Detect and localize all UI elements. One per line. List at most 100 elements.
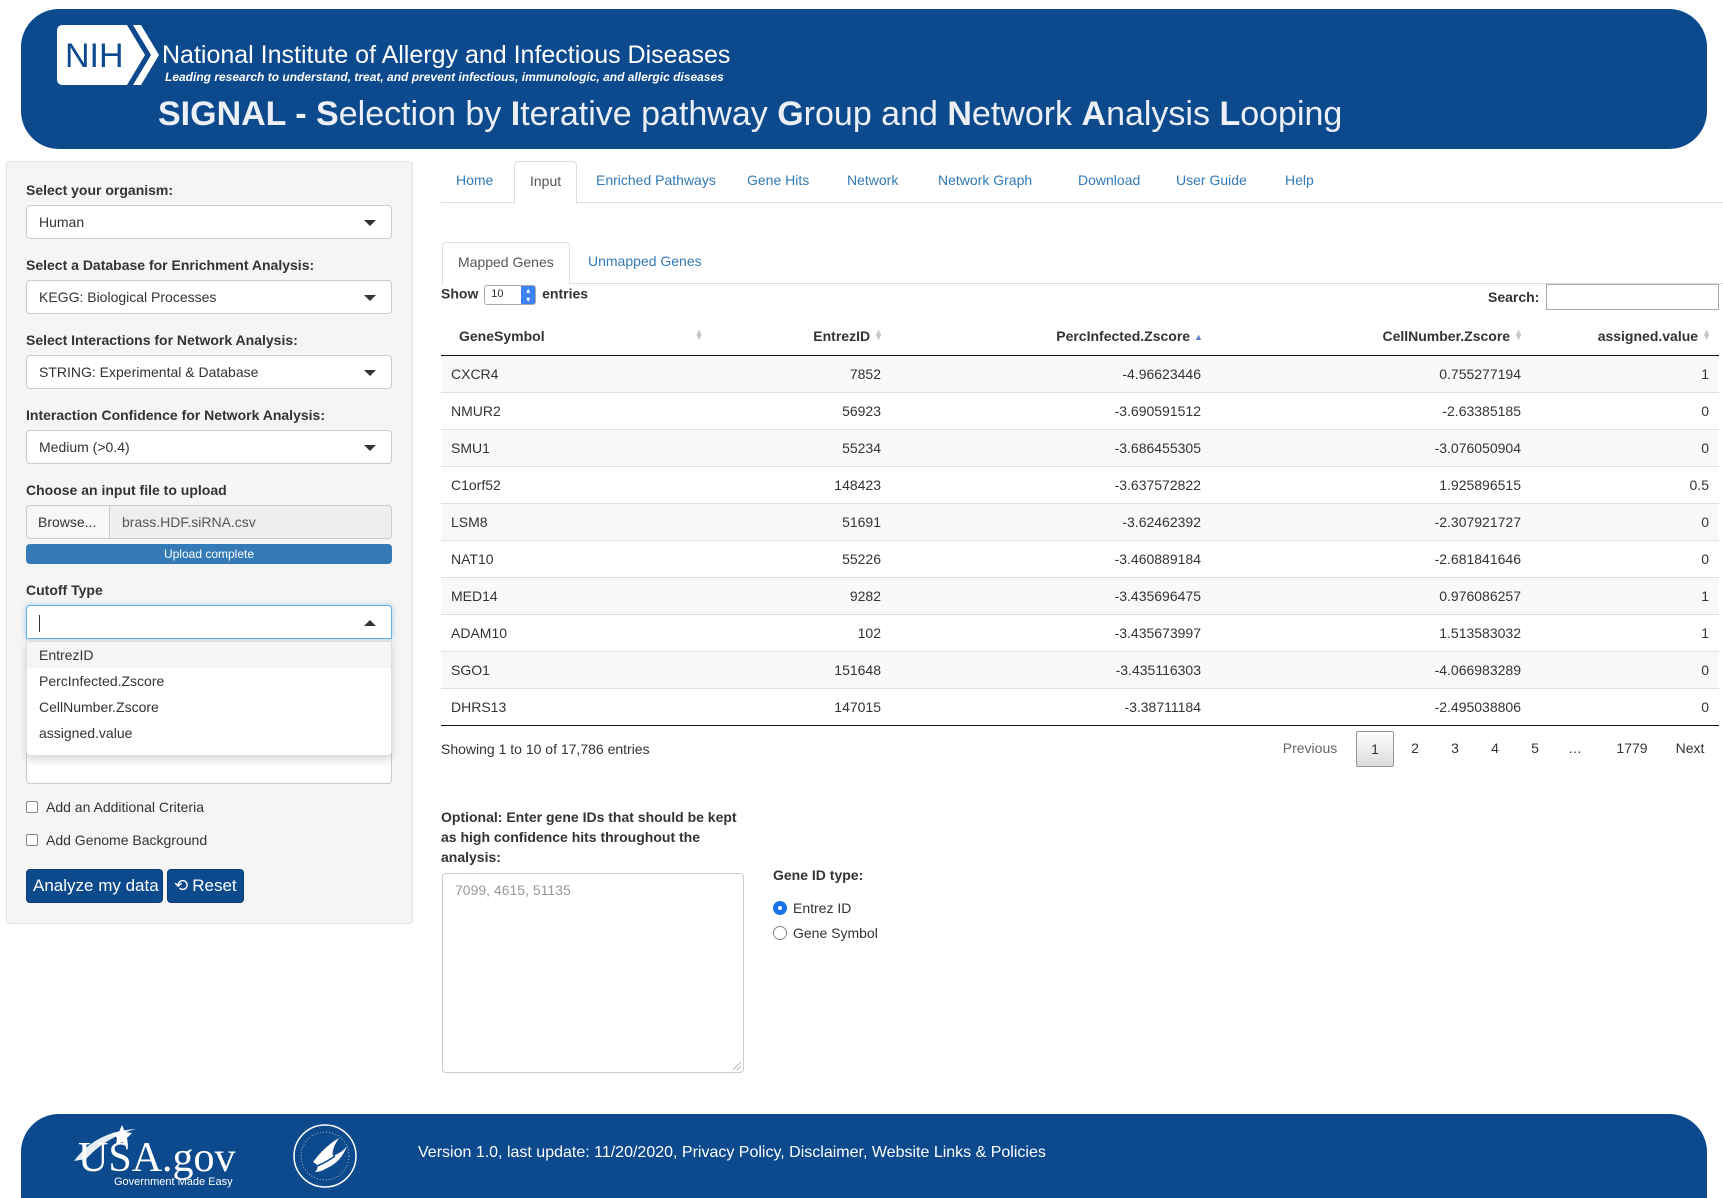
gene-ids-placeholder: 7099, 4615, 51135 [455, 882, 571, 898]
pagination-page[interactable]: 4 [1476, 731, 1514, 767]
reset-button[interactable]: ⟲ Reset [167, 869, 244, 903]
table-cell: 148423 [741, 465, 891, 503]
dropdown-option[interactable]: CellNumber.Zscore [27, 694, 391, 720]
table-cell: 51691 [741, 502, 891, 540]
table-cell: CXCR4 [441, 354, 741, 392]
table-cell: -2.63385185 [1211, 391, 1531, 429]
organism-label: Select your organism: [26, 182, 174, 198]
database-select[interactable]: KEGG: Biological Processes [26, 280, 392, 314]
interactions-value: STRING: Experimental & Database [39, 364, 259, 380]
pagination-next[interactable]: Next [1664, 731, 1716, 767]
gene-id-type-label: Gene ID type: [773, 867, 864, 883]
pagination-page[interactable]: 2 [1396, 731, 1434, 767]
table-cell: -3.637572822 [891, 465, 1211, 503]
tab-gene-hits[interactable]: Gene Hits [732, 161, 824, 203]
site-header: NIH National Institute of Allergy and In… [21, 9, 1707, 149]
table-cell: DHRS13 [441, 687, 741, 726]
nih-logo[interactable]: NIH [57, 25, 159, 85]
upload-progress-bar: Upload complete [26, 544, 392, 564]
radio-selected-icon[interactable] [773, 901, 787, 915]
radio-gene-symbol[interactable]: Gene Symbol [773, 925, 878, 941]
table-cell: LSM8 [441, 502, 741, 540]
search-input[interactable] [1546, 284, 1719, 310]
column-header-assigned[interactable]: assigned.value ▲ ▼ [1531, 317, 1719, 356]
radio-entrez-id[interactable]: Entrez ID [773, 900, 851, 916]
caret-down-icon [364, 370, 376, 376]
app-title: SIGNAL - Selection by Iterative pathway … [158, 95, 1342, 134]
table-cell: -3.38711184 [891, 687, 1211, 726]
tab-download[interactable]: Download [1063, 161, 1155, 203]
table-cell: 1 [1531, 576, 1719, 614]
analyze-button[interactable]: Analyze my data [26, 869, 163, 903]
tab-mapped-genes[interactable]: Mapped Genes [442, 242, 570, 285]
confidence-select[interactable]: Medium (>0.4) [26, 430, 392, 464]
tab-unmapped-genes[interactable]: Unmapped Genes [573, 242, 717, 284]
table-cell: NMUR2 [441, 391, 741, 429]
column-header-percinfected[interactable]: PercInfected.Zscore ▲ [891, 317, 1211, 356]
column-header-genesymbol[interactable]: GeneSymbol ▲ ▼ [441, 317, 741, 356]
pagination-page[interactable]: 1779 [1604, 731, 1660, 767]
radio-unselected-icon[interactable] [773, 926, 787, 940]
tab-home[interactable]: Home [441, 161, 508, 203]
dropdown-option[interactable]: EntrezID [27, 642, 391, 668]
table-row[interactable]: CXCR4 7852 -4.96623446 0.755277194 1 [441, 354, 1719, 392]
column-header-label: GeneSymbol [459, 327, 545, 344]
pagination-page[interactable]: 5 [1516, 731, 1554, 767]
gene-ids-textarea[interactable]: 7099, 4615, 51135 [442, 873, 744, 1073]
browse-button[interactable]: Browse... [26, 505, 110, 539]
checkbox-icon[interactable] [26, 834, 38, 846]
pagination-previous[interactable]: Previous [1270, 731, 1350, 767]
tab-help[interactable]: Help [1270, 161, 1329, 203]
interactions-select[interactable]: STRING: Experimental & Database [26, 355, 392, 389]
footer-version-links[interactable]: Version 1.0, last update: 11/20/2020, Pr… [418, 1144, 1046, 1162]
file-name-field[interactable]: brass.HDF.siRNA.csv [110, 505, 392, 539]
additional-criteria-checkbox[interactable]: Add an Additional Criteria [26, 799, 204, 815]
interactions-label: Select Interactions for Network Analysis… [26, 332, 298, 348]
table-row[interactable]: SMU1 55234 -3.686455305 -3.076050904 0 [441, 428, 1719, 466]
table-row[interactable]: NAT10 55226 -3.460889184 -2.681841646 0 [441, 539, 1719, 577]
table-cell: 7852 [741, 354, 891, 392]
table-row[interactable]: DHRS13 147015 -3.38711184 -2.495038806 0 [441, 687, 1719, 726]
genome-background-checkbox[interactable]: Add Genome Background [26, 832, 207, 848]
page-length-select[interactable]: 10 ▴ ▾ [484, 285, 537, 305]
table-row[interactable]: MED14 9282 -3.435696475 0.976086257 1 [441, 576, 1719, 614]
text-cursor [39, 614, 40, 632]
dropdown-option[interactable]: PercInfected.Zscore [27, 668, 391, 694]
mapped-genes-table: GeneSymbol ▲ ▼ EntrezID ▲ ▼ PercInfected.Zsc… [441, 317, 1719, 726]
table-row[interactable]: SGO1 151648 -3.435116303 -4.066983289 0 [441, 650, 1719, 688]
title-part: N [947, 95, 972, 133]
table-cell: C1orf52 [441, 465, 741, 503]
organism-select[interactable]: Human [26, 205, 392, 239]
dropdown-option[interactable]: assigned.value [27, 720, 391, 746]
tab-user-guide[interactable]: User Guide [1161, 161, 1262, 203]
cutoff-type-select[interactable] [26, 605, 392, 639]
tab-enriched-pathways[interactable]: Enriched Pathways [581, 161, 731, 203]
table-row[interactable]: ADAM10 102 -3.435673997 1.513583032 1 [441, 613, 1719, 651]
genome-background-label: Add Genome Background [46, 832, 208, 848]
tab-network-graph[interactable]: Network Graph [923, 161, 1047, 203]
table-cell: -2.307921727 [1211, 502, 1531, 540]
additional-criteria-label: Add an Additional Criteria [46, 799, 204, 815]
checkbox-icon[interactable] [26, 801, 38, 813]
pagination-page[interactable]: 1 [1356, 731, 1394, 767]
tab-network[interactable]: Network [832, 161, 913, 203]
confidence-label: Interaction Confidence for Network Analy… [26, 407, 325, 423]
tab-input[interactable]: Input [514, 161, 578, 204]
title-part: I [510, 95, 521, 133]
pagination-page[interactable]: 3 [1436, 731, 1474, 767]
table-row[interactable]: NMUR2 56923 -3.690591512 -2.63385185 0 [441, 391, 1719, 429]
table-row[interactable]: C1orf52 148423 -3.637572822 1.925896515 0.5 [441, 465, 1719, 503]
table-cell: -2.681841646 [1211, 539, 1531, 577]
table-cell: -4.96623446 [891, 354, 1211, 392]
table-cell: -2.495038806 [1211, 687, 1531, 726]
column-header-label: CellNumber.Zscore [1382, 327, 1511, 344]
site-footer: USA.gov Government Made Easy Version 1.0… [21, 1114, 1707, 1198]
resize-handle-icon[interactable] [733, 1062, 741, 1070]
table-cell: 151648 [741, 650, 891, 688]
column-header-entrezid[interactable]: EntrezID ▲ ▼ [741, 317, 891, 356]
table-row[interactable]: LSM8 51691 -3.62462392 -2.307921727 0 [441, 502, 1719, 540]
usa-gov-logo[interactable]: USA.gov Government Made Easy [56, 1119, 296, 1191]
upload-progress: Upload complete [26, 544, 392, 564]
sort-icon: ▲ ▼ [874, 326, 883, 342]
column-header-cellnumber[interactable]: CellNumber.Zscore ▲ ▼ [1211, 317, 1531, 356]
